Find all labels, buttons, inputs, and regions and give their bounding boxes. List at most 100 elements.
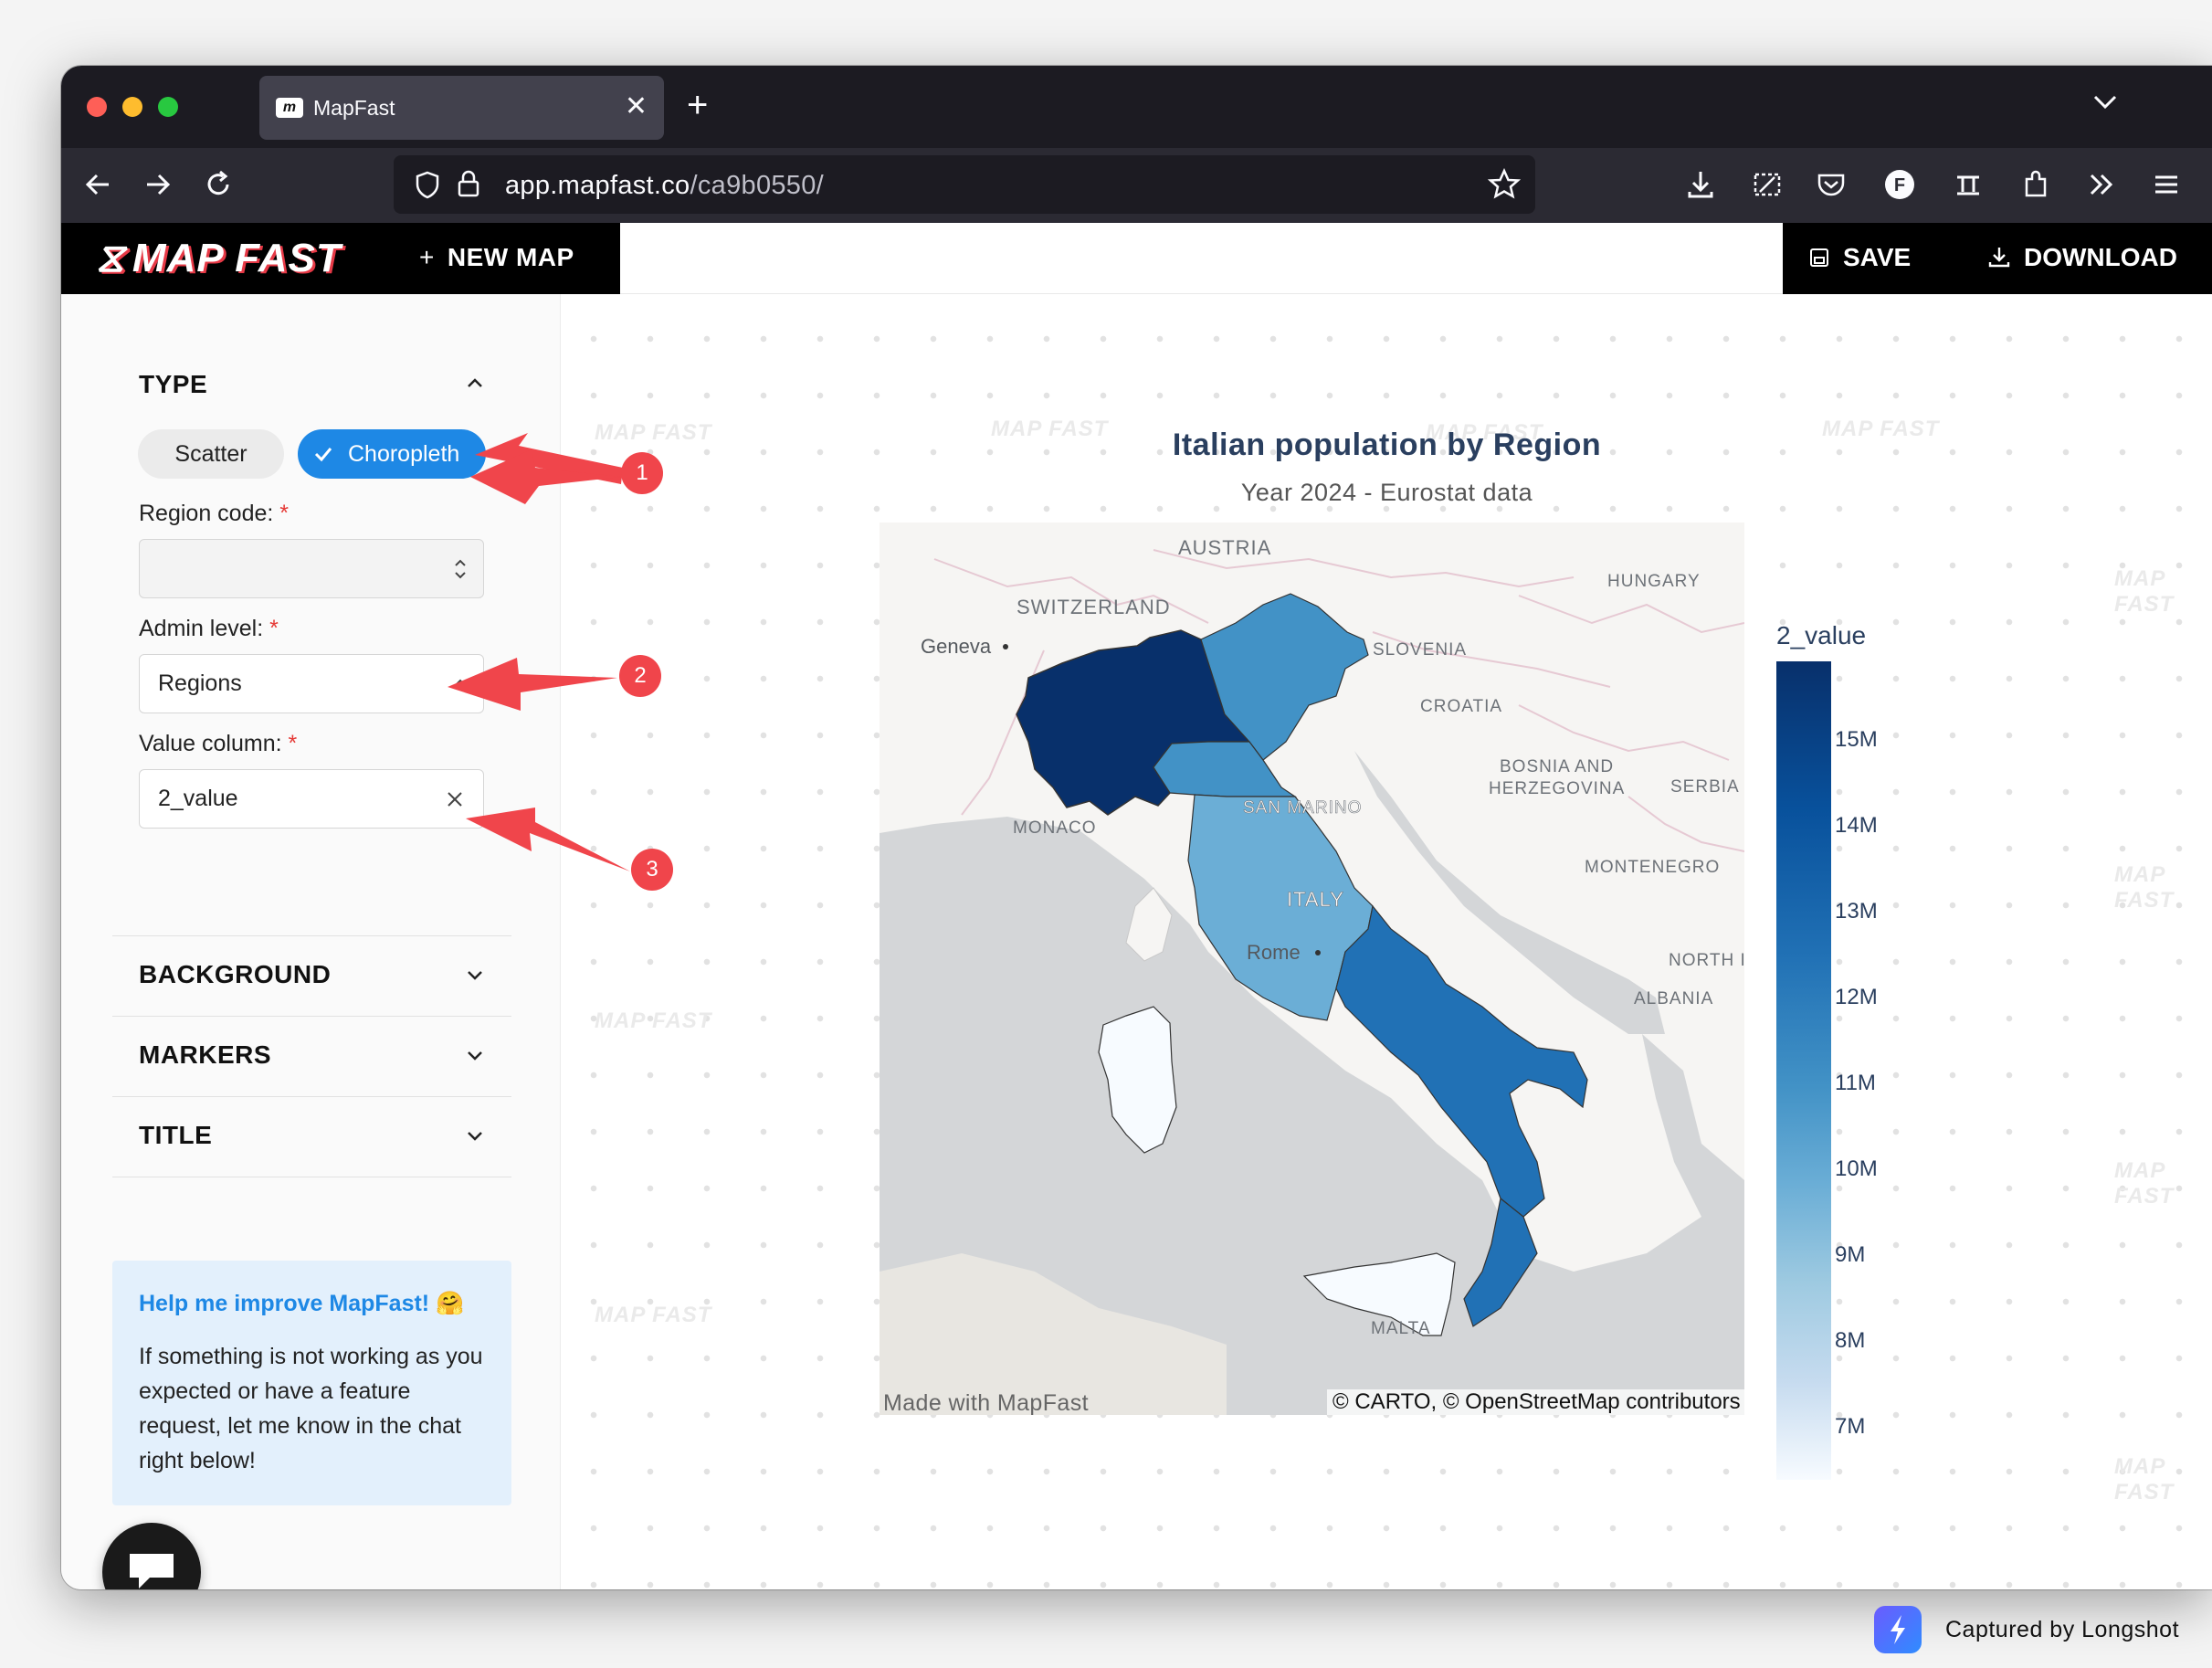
- extensions-puzzle-icon[interactable]: [2017, 166, 2054, 203]
- chevron-down-icon[interactable]: [463, 1043, 487, 1067]
- annotation-badge-3: 3: [631, 849, 673, 891]
- screenshot-icon[interactable]: [1749, 166, 1785, 203]
- app-header: ⧖ MAP FAST + NEW MAP SAVE DOWNLOAD: [61, 223, 2212, 294]
- shield-icon[interactable]: [412, 169, 443, 200]
- help-body: If something is not working as you expec…: [139, 1344, 483, 1473]
- choropleth-type-button[interactable]: Choropleth: [298, 429, 486, 479]
- tab-close-icon[interactable]: ✕: [625, 90, 648, 123]
- svg-text:F: F: [1894, 175, 1905, 195]
- browser-nav-bar: app.mapfast.co/ca9b0550/ F: [61, 148, 2212, 223]
- help-title[interactable]: Help me improve MapFast! 🤗: [139, 1291, 464, 1317]
- clear-x-icon[interactable]: [445, 789, 465, 809]
- downloads-icon[interactable]: [1682, 166, 1719, 203]
- watermark: MAP FAST: [2114, 1158, 2175, 1209]
- label-italy: ITALY: [1287, 888, 1344, 911]
- map-attribution[interactable]: © CARTO, © OpenStreetMap contributors: [1327, 1389, 1746, 1415]
- colorbar-tick: 10M: [1835, 1156, 1878, 1181]
- map-title[interactable]: Italian population by Region: [562, 428, 2212, 463]
- chevron-up-icon[interactable]: [463, 371, 487, 395]
- bookmark-star-icon[interactable]: [1488, 168, 1521, 201]
- watermark: MAP FAST: [2114, 1454, 2175, 1504]
- choropleth-map[interactable]: AUSTRIA HUNGARY SWITZERLAND Geneva SLOVE…: [880, 523, 1744, 1415]
- chat-bubble-icon: [130, 1554, 174, 1589]
- tab-title: MapFast: [313, 96, 395, 120]
- colorbar-tick: 12M: [1835, 985, 1878, 1009]
- forward-icon[interactable]: [140, 166, 176, 203]
- admin-level-select[interactable]: Regions: [139, 654, 484, 713]
- label-switzerland: SWITZERLAND: [1016, 596, 1171, 618]
- divider: [112, 1016, 511, 1017]
- colorbar-title: 2_value: [1776, 621, 1867, 649]
- browser-window: m MapFast ✕ + app.mapfast.co/ca9b0550/ F…: [61, 66, 2212, 1589]
- choropleth-label: Choropleth: [348, 441, 460, 467]
- window-close-button[interactable]: [87, 97, 107, 117]
- settings-sidebar: TYPE Scatter Choropleth Region code: * A…: [61, 294, 561, 1589]
- pocket-icon[interactable]: [1813, 166, 1849, 203]
- colorbar-tick: 11M: [1835, 1071, 1876, 1095]
- region-code-select[interactable]: [139, 539, 484, 598]
- browser-tab[interactable]: m MapFast ✕: [259, 76, 664, 140]
- scatter-type-button[interactable]: Scatter: [138, 429, 284, 479]
- label-bosnia-1: BOSNIA AND: [1500, 757, 1614, 776]
- menu-hamburger-icon[interactable]: [2148, 166, 2185, 203]
- translate-icon[interactable]: [1950, 166, 1986, 203]
- type-section-title[interactable]: TYPE: [139, 370, 207, 399]
- label-san-marino: SAN MARINO: [1243, 798, 1362, 818]
- admin-level-value: Regions: [158, 670, 242, 696]
- download-button[interactable]: DOWNLOAD: [1987, 243, 2177, 272]
- label-monaco: MONACO: [1013, 818, 1097, 838]
- download-label: DOWNLOAD: [2024, 243, 2177, 271]
- title-section-title[interactable]: TITLE: [139, 1121, 212, 1150]
- mapfast-logo[interactable]: ⧖ MAP FAST: [96, 236, 342, 281]
- chevron-down-icon[interactable]: [463, 963, 487, 987]
- longshot-text: Captured by Longshot: [1945, 1617, 2180, 1642]
- new-tab-button[interactable]: +: [687, 82, 708, 128]
- background-section-title[interactable]: BACKGROUND: [139, 960, 331, 989]
- tab-list-chevron-icon[interactable]: [2090, 86, 2121, 117]
- label-bosnia-2: HERZEGOVINA: [1489, 779, 1625, 798]
- back-icon[interactable]: [79, 166, 116, 203]
- help-card: Help me improve MapFast! 🤗 If something …: [112, 1261, 511, 1505]
- rome-dot: [1315, 950, 1321, 955]
- label-montenegro: MONTENEGRO: [1585, 858, 1720, 877]
- admin-level-label: Admin level: *: [139, 616, 279, 641]
- longshot-logo-icon: [1874, 1606, 1922, 1653]
- annotation-badge-2: 2: [619, 655, 661, 697]
- divider: [112, 1096, 511, 1097]
- markers-section-title[interactable]: MARKERS: [139, 1040, 271, 1070]
- value-column-label: Value column: *: [139, 731, 298, 756]
- lock-icon[interactable]: [454, 168, 483, 199]
- new-map-button[interactable]: + NEW MAP: [419, 243, 574, 272]
- save-disk-icon: [1810, 248, 1828, 267]
- chat-button[interactable]: [102, 1523, 201, 1589]
- overflow-chevrons-icon[interactable]: [2083, 166, 2120, 203]
- value-column-select[interactable]: 2_value: [139, 769, 484, 829]
- label-north-macedonia: NORTH I: [1669, 951, 1744, 970]
- label-hungary: HUNGARY: [1607, 572, 1701, 591]
- chevron-down-icon[interactable]: [463, 1124, 487, 1147]
- window-maximize-button[interactable]: [158, 97, 178, 117]
- label-serbia: SERBIA: [1670, 777, 1740, 797]
- chevron-up-icon: [455, 679, 466, 686]
- map-subtitle[interactable]: Year 2024 - Eurostat data: [562, 479, 2212, 507]
- logo-text: MAP FAST: [132, 236, 342, 280]
- save-button[interactable]: SAVE: [1808, 243, 1911, 272]
- colorbar-tick: 7M: [1835, 1414, 1866, 1439]
- watermark: MAP FAST: [2114, 566, 2175, 617]
- watermark: MAP FAST: [2114, 862, 2175, 913]
- region-code-label: Region code: *: [139, 501, 290, 526]
- reload-icon[interactable]: [200, 166, 237, 203]
- colorbar-tick: 15M: [1835, 727, 1878, 752]
- select-updown-icon: [455, 559, 466, 579]
- colorbar-tick: 13M: [1835, 899, 1878, 924]
- label-malta: MALTA: [1371, 1319, 1431, 1338]
- window-minimize-button[interactable]: [122, 97, 142, 117]
- url-text[interactable]: app.mapfast.co/ca9b0550/: [505, 171, 824, 201]
- label-austria: AUSTRIA: [1178, 536, 1271, 559]
- header-left-panel: ⧖ MAP FAST + NEW MAP: [61, 223, 620, 294]
- url-bar[interactable]: app.mapfast.co/ca9b0550/: [394, 155, 1535, 214]
- divider: [112, 935, 511, 936]
- extension-f-icon[interactable]: F: [1881, 166, 1918, 203]
- label-rome: Rome: [1247, 941, 1301, 964]
- value-column-value: 2_value: [158, 786, 238, 811]
